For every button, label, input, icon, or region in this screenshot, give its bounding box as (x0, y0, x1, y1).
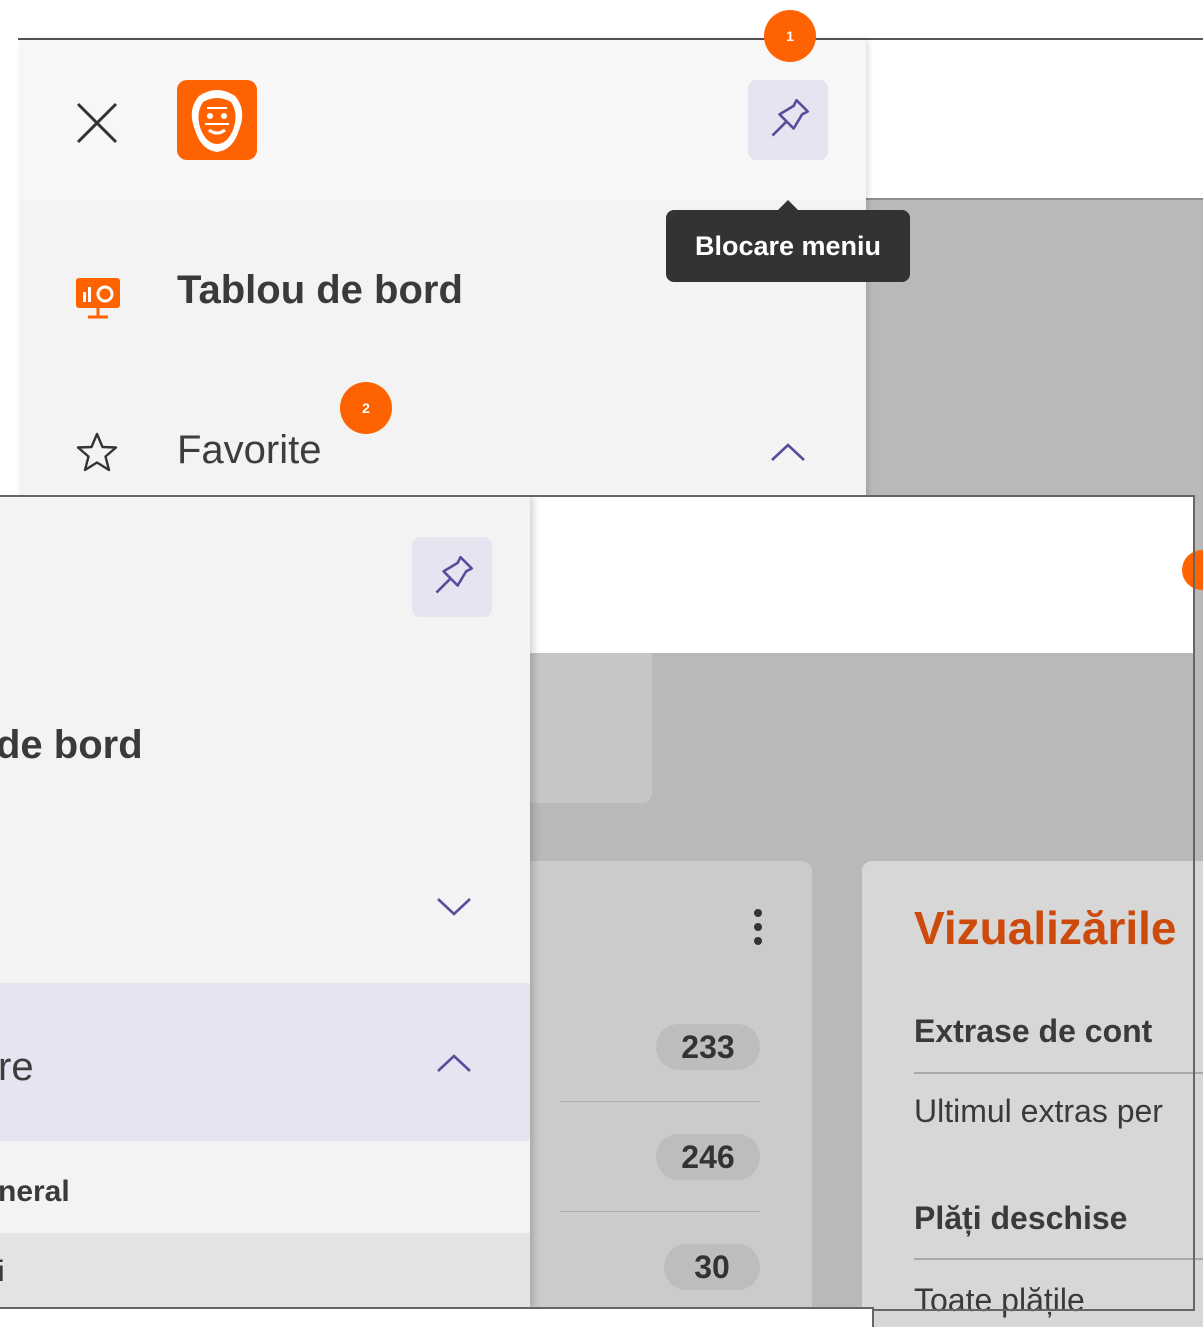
bottom-screenshot: 233 246 30 Vizualizările Extrase de cont… (0, 495, 1203, 1327)
tooltip-lock-menu: Blocare meniu (666, 210, 910, 282)
dimmed-content-area (866, 198, 1203, 500)
menu-item-favorites[interactable]: Favorite (177, 428, 322, 473)
menu-item-dashboard[interactable]: Tablou de bord (177, 268, 463, 313)
tooltip-arrow (778, 200, 798, 210)
step-badge-1: 1 (764, 10, 816, 62)
star-icon (74, 430, 120, 476)
ing-lion-logo[interactable] (177, 80, 257, 160)
pin-menu-button[interactable] (748, 80, 828, 160)
screenshot-frame-bottom (0, 1307, 874, 1327)
screenshot-frame (0, 495, 1195, 1311)
top-screenshot: 1 Blocare meniu Tablou de bord Favorite … (0, 0, 1203, 500)
chevron-up-icon[interactable] (768, 438, 808, 466)
side-menu-header (20, 40, 866, 200)
close-icon[interactable] (72, 98, 122, 148)
pin-icon (771, 98, 810, 137)
app-header-area (866, 40, 1203, 200)
step-badge-2: 2 (340, 382, 392, 434)
dashboard-icon (74, 276, 122, 320)
